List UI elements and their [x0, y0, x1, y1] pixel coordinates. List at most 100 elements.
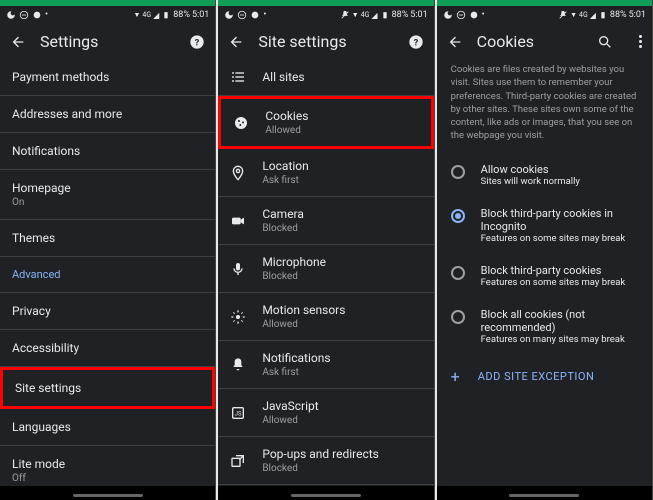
option-label: Allow cookies	[481, 163, 580, 176]
item-label: Pop-ups and redirects	[262, 447, 379, 461]
mute-icon	[558, 10, 568, 20]
option-label: Block third-party cookies in Incognito	[481, 207, 638, 233]
radio-button[interactable]	[451, 266, 465, 280]
cookie-option[interactable]: Block third-party cookies in IncognitoFe…	[437, 197, 652, 254]
item-label: Notifications	[12, 144, 80, 158]
item-sub: Ask first	[262, 175, 308, 186]
help-icon[interactable]: ?	[189, 34, 205, 50]
cookie-icon	[233, 115, 249, 131]
cookie-option[interactable]: Block all cookies (not recommended)Featu…	[437, 298, 652, 355]
settings-item[interactable]: Privacy	[0, 293, 215, 330]
appbar: Cookies	[437, 24, 652, 59]
statusbar: • ▼ 4G ◢ 88% 5:01	[437, 6, 652, 24]
nav-bar[interactable]	[218, 486, 433, 500]
popup-icon	[230, 453, 246, 469]
nav-bar[interactable]	[0, 486, 215, 500]
svg-text:JS: JS	[235, 410, 242, 417]
site-setting-item[interactable]: CameraBlocked	[218, 197, 433, 245]
moon-icon	[443, 10, 453, 20]
site-setting-item[interactable]: Microphone Blocked	[218, 245, 433, 293]
item-label: Camera	[262, 207, 304, 221]
settings-screen: • ▼ 4G ◢ 88% 5:01 Settings ? Payment met…	[0, 0, 216, 500]
search-icon[interactable]	[597, 34, 613, 50]
dnd-icon	[237, 10, 247, 20]
settings-item[interactable]: Notifications	[0, 133, 215, 170]
site-setting-item[interactable]: All sites	[218, 59, 433, 96]
item-sub: On	[12, 197, 71, 208]
chat-icon	[469, 10, 479, 20]
cookie-option[interactable]: Block third-party cookiesFeatures on som…	[437, 254, 652, 298]
option-sub: Sites will work normally	[481, 176, 580, 187]
appbar: Site settings ?	[218, 24, 433, 59]
svg-text:?: ?	[413, 37, 418, 48]
battery-icon	[161, 10, 171, 20]
overflow-menu-icon[interactable]	[639, 35, 642, 48]
mute-icon	[340, 10, 350, 20]
item-label: Motion sensors	[262, 303, 345, 317]
dnd-icon	[456, 10, 466, 20]
item-sub: Blocked	[262, 271, 326, 282]
site-settings-screen: • ▼ 4G ◢ 88% 5:01 Site settings ? All si…	[218, 0, 434, 500]
site-setting-item[interactable]: Motion sensors Allowed	[218, 293, 433, 341]
site-setting-item[interactable]: Pop-ups and redirects Blocked	[218, 437, 433, 485]
site-setting-item[interactable]: Notifications Ask first	[218, 341, 433, 389]
radio-button[interactable]	[451, 209, 465, 223]
back-icon[interactable]	[447, 34, 463, 50]
item-label: Payment methods	[12, 70, 109, 84]
list-icon	[230, 69, 246, 85]
statusbar: • ▼ 4G ◢ 88% 5:01	[218, 6, 433, 24]
item-label: Themes	[12, 231, 55, 245]
settings-item[interactable]: Languages	[0, 409, 215, 446]
statusbar: • ▼ 4G ◢ 88% 5:01	[0, 6, 215, 24]
item-label: Cookies	[265, 109, 308, 123]
cookies-screen: • ▼ 4G ◢ 88% 5:01 Cookies Cookies are fi…	[437, 0, 653, 500]
option-sub: Features on many sites may break	[481, 334, 638, 345]
settings-item[interactable]: Site settings	[0, 367, 215, 409]
item-label: Accessibility	[12, 341, 79, 355]
radio-button[interactable]	[451, 165, 465, 179]
add-site-exception[interactable]: + ADD SITE EXCEPTION	[437, 355, 652, 398]
plus-icon: +	[451, 367, 460, 386]
item-sub: Ask first	[262, 367, 330, 378]
item-label: Microphone	[262, 255, 326, 269]
settings-list: Payment methods Addresses and more Notific…	[0, 59, 215, 486]
item-label: Site settings	[15, 381, 81, 395]
settings-item[interactable]: Lite modeOff	[0, 446, 215, 486]
item-label: Lite mode	[12, 457, 65, 471]
settings-item[interactable]: Accessibility	[0, 330, 215, 367]
item-label: Notifications	[262, 351, 330, 365]
item-label: Location	[262, 159, 308, 173]
site-setting-item[interactable]: Location Ask first	[218, 149, 433, 197]
cookies-content: Cookies are files created by websites yo…	[437, 59, 652, 486]
mic-icon	[230, 261, 246, 277]
item-sub: Allowed	[262, 415, 318, 426]
js-icon: JS	[230, 405, 246, 421]
cookies-description: Cookies are files created by websites yo…	[437, 59, 652, 153]
chat-icon	[32, 10, 42, 20]
item-sub: Allowed	[265, 125, 308, 136]
back-icon[interactable]	[10, 34, 26, 50]
radio-button[interactable]	[451, 310, 465, 324]
settings-item[interactable]: Addresses and more	[0, 96, 215, 133]
settings-item[interactable]: Themes	[0, 220, 215, 257]
settings-item[interactable]: Payment methods	[0, 59, 215, 96]
option-sub: Features on some sites may break	[481, 233, 638, 244]
battery-icon	[598, 10, 608, 20]
appbar: Settings ?	[0, 24, 215, 59]
site-setting-item[interactable]: JSJavaScriptAllowed	[218, 389, 433, 437]
moon-icon	[224, 10, 234, 20]
site-settings-list: All sites Cookies Allowed Location Ask first…	[218, 59, 433, 486]
item-sub: Blocked	[262, 463, 379, 474]
help-icon[interactable]: ?	[408, 34, 424, 50]
site-setting-item[interactable]: Cookies Allowed	[218, 96, 433, 149]
location-icon	[230, 165, 246, 181]
back-icon[interactable]	[228, 34, 244, 50]
nav-bar[interactable]	[437, 486, 652, 500]
item-sub: Allowed	[262, 319, 345, 330]
page-title: Settings	[40, 32, 175, 51]
bell-icon	[230, 357, 246, 373]
settings-item[interactable]: Advanced	[0, 257, 215, 293]
cookie-option[interactable]: Allow cookiesSites will work normally	[437, 153, 652, 197]
settings-item[interactable]: HomepageOn	[0, 170, 215, 220]
battery-icon	[380, 10, 390, 20]
